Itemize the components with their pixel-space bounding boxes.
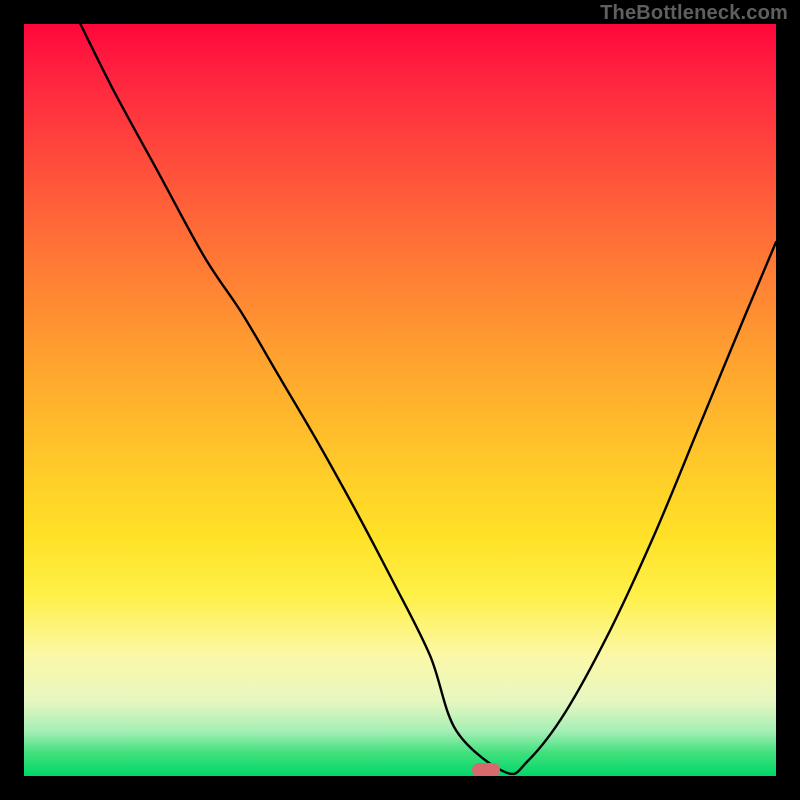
plot-area xyxy=(24,24,776,776)
chart-frame: TheBottleneck.com xyxy=(0,0,800,800)
bottleneck-curve xyxy=(24,24,776,776)
watermark-text: TheBottleneck.com xyxy=(600,2,788,25)
optimum-marker xyxy=(472,763,500,776)
